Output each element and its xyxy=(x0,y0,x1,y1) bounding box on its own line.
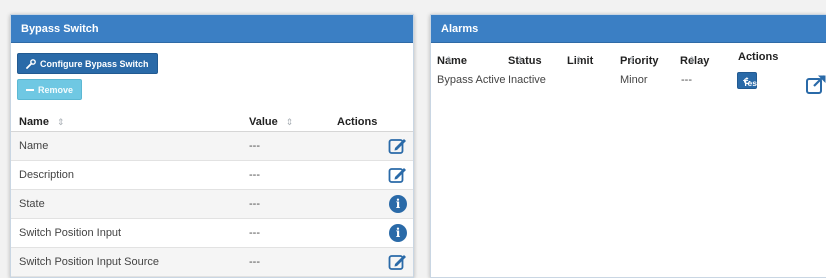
table-row: Description --- xyxy=(11,161,413,190)
table-row: State --- i xyxy=(11,190,413,219)
sort-icon: ⇕ xyxy=(688,55,696,65)
bypass-switch-title: Bypass Switch xyxy=(21,22,99,35)
edit-icon[interactable] xyxy=(388,252,408,272)
row-value: --- xyxy=(249,227,260,239)
column-header-value[interactable]: Value ⇕ xyxy=(249,116,293,128)
table-row: Switch Position Input --- i xyxy=(11,219,413,248)
alarm-relay: --- xyxy=(681,74,692,86)
alarm-name: Bypass Active xyxy=(437,74,506,86)
test-alarm-label: Test Alarm xyxy=(743,78,786,88)
edit-icon[interactable] xyxy=(388,165,408,185)
info-icon[interactable]: i xyxy=(388,223,408,243)
bypass-table-body: Name --- Description --- State --- i Swi… xyxy=(11,132,413,277)
alarms-title: Alarms xyxy=(441,22,479,35)
table-row: Name --- xyxy=(11,132,413,161)
alarms-panel: Alarms Name ⇕ Status ⇕ Limit ⇕ Priority ⇕ Re… xyxy=(430,14,826,278)
configure-bypass-switch-label: Configure Bypass Switch xyxy=(40,58,149,69)
table-row: Bypass Active Inactive Minor --- Test Al… xyxy=(431,69,826,96)
column-header-actions: Actions xyxy=(738,51,779,63)
row-value: --- xyxy=(249,256,260,268)
remove-button[interactable]: Remove xyxy=(17,79,83,100)
bypass-switch-panel: Bypass Switch Configure Bypass Switch Re… xyxy=(10,14,414,278)
minus-icon xyxy=(26,88,34,91)
test-alarm-button[interactable]: Test Alarm xyxy=(737,72,786,89)
bypass-table-header: Name ⇕ Value ⇕ Actions xyxy=(11,112,413,132)
alarm-status: Inactive xyxy=(508,74,546,86)
sort-icon: ⇕ xyxy=(516,55,524,65)
row-name: State xyxy=(19,198,45,210)
row-name: Name xyxy=(19,140,49,152)
column-header-actions: Actions xyxy=(337,115,378,128)
configure-bypass-switch-button[interactable]: Configure Bypass Switch xyxy=(17,53,158,74)
bypass-switch-header: Bypass Switch xyxy=(11,15,413,43)
info-icon[interactable]: i xyxy=(388,194,408,214)
row-value: --- xyxy=(249,198,260,210)
alarms-header: Alarms xyxy=(431,15,826,43)
sort-icon: ⇕ xyxy=(56,116,65,127)
bypass-switch-table: Name ⇕ Value ⇕ Actions Name --- Descriptio… xyxy=(11,112,413,277)
row-value: --- xyxy=(249,140,260,152)
column-header-name[interactable]: Name ⇕ xyxy=(19,116,65,128)
sort-icon: ⇕ xyxy=(445,55,453,65)
edit-icon[interactable] xyxy=(388,136,408,156)
remove-label: Remove xyxy=(38,84,74,95)
sort-icon: ⇕ xyxy=(628,55,636,65)
external-link-icon[interactable] xyxy=(805,74,826,96)
alarms-table-header: Name ⇕ Status ⇕ Limit ⇕ Priority ⇕ Relay ⇕ Ac… xyxy=(437,51,779,67)
row-name: Switch Position Input Source xyxy=(19,256,160,268)
alarm-priority: Minor xyxy=(620,74,648,86)
wrench-icon xyxy=(26,58,36,69)
row-value: --- xyxy=(249,169,260,181)
row-name: Switch Position Input xyxy=(19,227,122,239)
row-name: Description xyxy=(19,169,75,181)
sort-icon: ⇕ xyxy=(285,116,294,127)
sort-icon: ⇕ xyxy=(575,55,583,65)
table-row: Switch Position Input Source --- xyxy=(11,248,413,277)
